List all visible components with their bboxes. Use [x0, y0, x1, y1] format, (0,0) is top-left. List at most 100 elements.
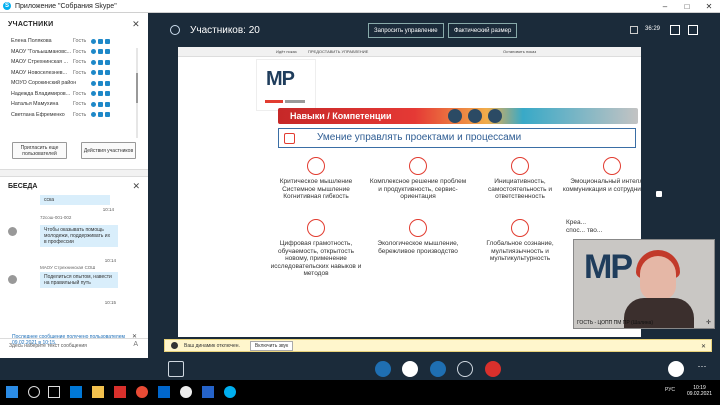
mic-icon: [91, 101, 96, 107]
more-options-icon[interactable]: ⋯: [694, 361, 710, 377]
microphone-icon[interactable]: [402, 361, 418, 377]
participant-row[interactable]: МАОУ "Гольышмановс... Гость: [0, 47, 148, 58]
participant-row[interactable]: МАОУ Стрехнинская ... Гость: [0, 57, 148, 68]
close-window-icon[interactable]: ✕: [698, 0, 720, 13]
participant-role: Гость: [73, 48, 87, 55]
message-sender: 72сош-001-002: [40, 215, 72, 220]
shared-screen: Идёт показ ПРЕДОСТАВИТЬ УПРАВЛЕНИЕ Остан…: [178, 47, 641, 337]
layout-icon[interactable]: [670, 25, 680, 35]
webcam-caption: ГОСТЬ - ЦОПП ПМ ПР (Шалина): [577, 320, 654, 326]
participants-header: УЧАСТНИКИ ✕: [0, 13, 148, 36]
hangup-icon[interactable]: [485, 361, 501, 377]
chat-toggle-icon[interactable]: [168, 361, 184, 377]
explorer-icon[interactable]: [92, 386, 104, 398]
expand-video-icon[interactable]: ✛: [706, 319, 711, 326]
mic-icon: [91, 49, 96, 55]
stop-sharing-button[interactable]: Остановить показ: [503, 49, 536, 54]
message-time: 10:15: [104, 300, 116, 305]
close-participants-icon[interactable]: ✕: [132, 19, 140, 30]
digital-icon: [307, 219, 325, 237]
call-controls: ⋯: [148, 358, 720, 380]
unmute-button[interactable]: Включить звук: [249, 340, 294, 351]
meeting-stage: Участников: 20 Запросить управление Факт…: [148, 13, 720, 358]
request-control-button[interactable]: Запросить управление: [368, 23, 444, 38]
actual-size-button[interactable]: Фактический размер: [448, 23, 518, 38]
skype-icon[interactable]: [224, 386, 236, 398]
participant-actions-button[interactable]: Действия участников: [81, 142, 136, 159]
participants-icon[interactable]: [170, 25, 180, 35]
mic-icon: [91, 59, 96, 65]
phone-icon[interactable]: [668, 361, 684, 377]
avatar-icon: [8, 227, 17, 236]
slide-logo-text: МР: [266, 68, 295, 90]
chat-header-label: БЕСЕДА: [8, 182, 38, 190]
fullscreen-icon[interactable]: [688, 25, 698, 35]
give-control-tab[interactable]: ПРЕДОСТАВИТЬ УПРАВЛЕНИЕ: [308, 49, 368, 54]
participant-row[interactable]: Наталья Мамухина Гость: [0, 99, 148, 110]
slide-logo: МР: [256, 59, 316, 111]
start-icon[interactable]: [6, 386, 18, 398]
pane-divider: [0, 169, 148, 177]
search-icon[interactable]: [28, 386, 40, 398]
video-icon: [98, 70, 103, 76]
invite-users-button[interactable]: Пригласить еще пользователей: [12, 142, 67, 159]
competency-item: Эмоциональный интеллект, коммуникация и …: [562, 157, 641, 193]
word-icon[interactable]: [202, 386, 214, 398]
window-title: Приложение "Собрания Skype": [15, 2, 117, 10]
status-icon: [105, 70, 110, 76]
system-clock[interactable]: 10:19 09.02.2021: [687, 385, 712, 397]
taskview-icon[interactable]: [48, 386, 60, 398]
participant-role: Гость: [73, 111, 87, 118]
competency-item: Инициативность, самостоятельность и отве…: [470, 157, 570, 201]
present-icon[interactable]: [430, 361, 446, 377]
speaker-muted-bar: Ваш динамик отключен. Включить звук ✕: [164, 339, 712, 352]
mic-icon: [91, 112, 96, 118]
chat-input-placeholder: Здесь наберите текст сообщения: [9, 343, 87, 349]
chat-input[interactable]: Здесь наберите текст сообщения A: [0, 338, 148, 358]
close-chat-icon[interactable]: ✕: [132, 181, 140, 192]
edge-icon[interactable]: [70, 386, 82, 398]
participants-scrollbar[interactable]: [136, 48, 138, 138]
app-icon[interactable]: [180, 386, 192, 398]
participant-name: Елена Полякова: [11, 38, 52, 45]
chat-message: МАОУ Стрехнинская СОШ Поделиться опытом,…: [8, 265, 118, 313]
participants-header-label: УЧАСТНИКИ: [8, 21, 54, 28]
sharing-status: Идёт показ: [276, 49, 297, 54]
status-icon: [105, 59, 110, 65]
chat-header: БЕСЕДА ✕: [0, 177, 148, 195]
format-icon[interactable]: A: [133, 341, 138, 348]
participant-row[interactable]: Елена Полякова Гость: [0, 36, 148, 47]
participant-name: Наталья Мамухина: [11, 101, 59, 108]
participant-row[interactable]: Светлана Ефременко Гость: [0, 110, 148, 121]
competency-text: Критическое мышление Системное мышление …: [279, 178, 353, 200]
share-icon[interactable]: [375, 361, 391, 377]
message-text: Поделиться опытом, навести на правильный…: [40, 272, 118, 288]
flask-icon: [307, 157, 325, 175]
participants-count: Участников: 20: [190, 25, 260, 36]
participant-name: МАОУ "Гольышмановс...: [11, 48, 72, 55]
participant-name: МАОУ Новоселезнев...: [11, 69, 68, 76]
chrome-icon[interactable]: [136, 386, 148, 398]
participant-name: Светлана Ефременко: [11, 111, 65, 118]
yandex-icon[interactable]: [114, 386, 126, 398]
participant-row[interactable]: Надежда Владимиров... Гость: [0, 89, 148, 100]
video-icon: [98, 101, 103, 107]
webcam-logo-text: МР: [584, 248, 633, 286]
close-warning-icon[interactable]: ✕: [701, 343, 706, 350]
participant-role: Гость: [73, 90, 87, 97]
lync-icon[interactable]: [158, 386, 170, 398]
input-language[interactable]: РУС: [665, 387, 675, 393]
message-text: Чтобы оказывать помощь молодежи, поддерж…: [40, 225, 118, 247]
maximize-icon[interactable]: □: [676, 0, 698, 13]
participant-role: Гость: [73, 69, 87, 76]
rocket-icon: [511, 157, 529, 175]
webcam-tile[interactable]: МР ГОСТЬ - ЦОПП ПМ ПР (Шалина) ✛: [573, 239, 715, 329]
clock-date: 09.02.2021: [686, 391, 712, 397]
logo-grey-bar: [285, 100, 305, 103]
participant-row[interactable]: МОУО Сорокинский район: [0, 78, 148, 89]
minimize-icon[interactable]: –: [654, 0, 676, 13]
competency-item: Критическое мышление Системное мышление …: [266, 157, 366, 201]
message-time: 10:14: [102, 207, 114, 212]
more-icon[interactable]: [457, 361, 473, 377]
participant-row[interactable]: МАОУ Новоселезнев... Гость: [0, 68, 148, 79]
